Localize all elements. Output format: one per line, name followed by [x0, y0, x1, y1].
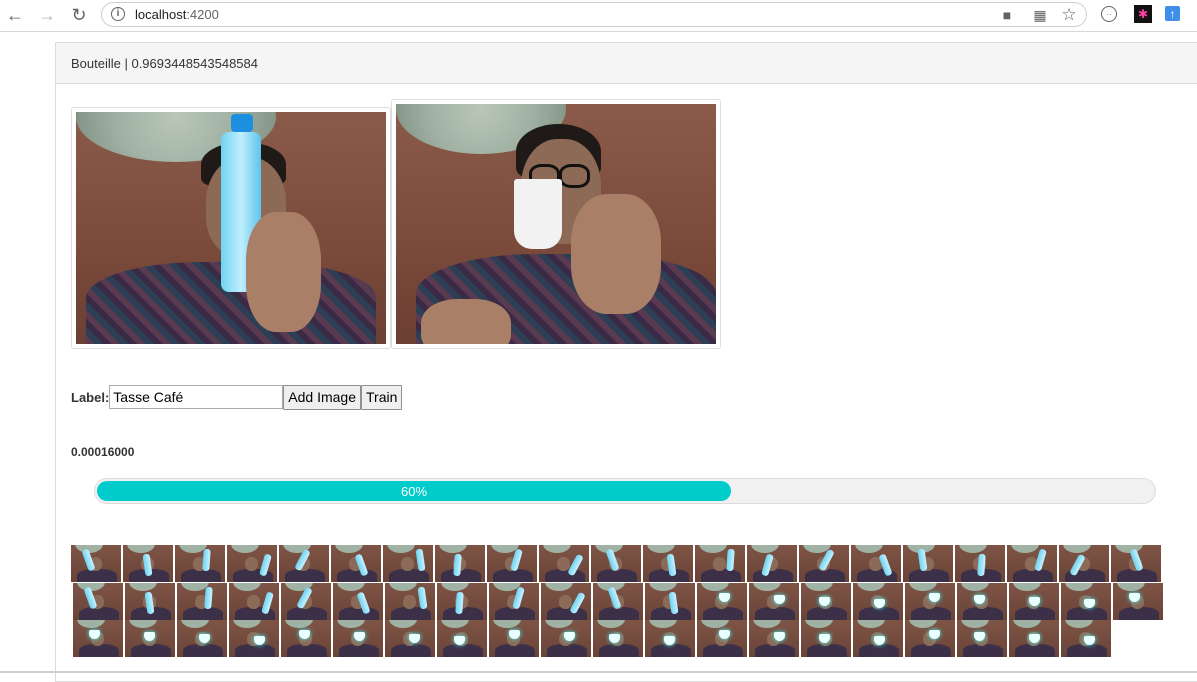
thumbnail [695, 545, 745, 582]
thumbnail [73, 620, 123, 657]
thumbnail [175, 545, 225, 582]
url-text: localhost:4200 [135, 7, 219, 22]
thumbnail [177, 583, 227, 620]
info-icon[interactable]: i [111, 7, 125, 21]
thumbnail [437, 583, 487, 620]
thumbnail [281, 620, 331, 657]
thumbnail [593, 620, 643, 657]
thumbnail [123, 545, 173, 582]
thumbnail [851, 545, 901, 582]
thumbnail [643, 545, 693, 582]
add-image-button[interactable]: Add Image [283, 384, 362, 410]
thumbnail [1009, 620, 1059, 657]
thumbnail [1009, 583, 1059, 620]
thumbnail [229, 620, 279, 657]
thumbnail [1061, 620, 1111, 657]
thumbnail [697, 620, 747, 657]
thumbnail [1059, 545, 1109, 582]
thumbnail [645, 620, 695, 657]
thumbnail [591, 545, 641, 582]
thumbnail [1113, 583, 1163, 620]
label-form: Label: Add Image Train [71, 384, 403, 410]
thumbnail [853, 620, 903, 657]
thumbnail [1061, 583, 1111, 620]
thumbnail [229, 583, 279, 620]
thumbnail [71, 545, 121, 582]
thumbnail [331, 545, 381, 582]
thumbnail [799, 545, 849, 582]
thumbnail [383, 545, 433, 582]
thumbnail [435, 545, 485, 582]
thumbnail [541, 620, 591, 657]
loss-value: 0.00016000 [71, 445, 135, 459]
thumbnail [333, 620, 383, 657]
extension-color-icon[interactable]: ✱ [1134, 5, 1152, 23]
thumbnail [903, 545, 953, 582]
thumbnail [957, 583, 1007, 620]
thumbnail [645, 583, 695, 620]
reload-icon[interactable]: ↻ [67, 4, 91, 26]
thumbnail [749, 583, 799, 620]
thumbnail [747, 545, 797, 582]
thumbnail [593, 583, 643, 620]
thumbnail [487, 545, 537, 582]
back-icon[interactable]: ← [3, 4, 27, 26]
browser-toolbar: ← → ↻ i localhost:4200 ■ ▦ ☆ ·· ✱ ↑ [0, 0, 1197, 32]
thumbnail [73, 583, 123, 620]
star-icon[interactable]: ☆ [1060, 5, 1078, 24]
thumbnail [853, 583, 903, 620]
thumbnail [801, 583, 851, 620]
thumbnail [957, 620, 1007, 657]
thumbnail [227, 545, 277, 582]
thumbnail [905, 620, 955, 657]
thumbnail [125, 583, 175, 620]
thumbnail [749, 620, 799, 657]
forward-icon[interactable]: → [35, 4, 59, 26]
thumbnail [1007, 545, 1057, 582]
thumbnail [385, 583, 435, 620]
thumbnail [955, 545, 1005, 582]
prediction-heading: Bouteille | 0.9693448543548584 [56, 43, 1197, 84]
thumbnail [697, 583, 747, 620]
extension-icon[interactable]: ·· [1101, 6, 1117, 22]
thumbnail [539, 545, 589, 582]
thumbnail [541, 583, 591, 620]
training-progress-bar: 60% [97, 481, 731, 501]
thumbnail [333, 583, 383, 620]
train-button[interactable]: Train [361, 384, 403, 410]
thumbnail [279, 545, 329, 582]
label-input[interactable] [109, 385, 284, 409]
thumbnail [281, 583, 331, 620]
translate-icon[interactable]: ▦ [1031, 6, 1049, 24]
training-progress: 60% [94, 478, 1156, 504]
thumbnail [125, 620, 175, 657]
webcam-image-bottle [71, 107, 391, 349]
label-caption: Label: [71, 389, 110, 405]
thumbnail [437, 620, 487, 657]
address-bar[interactable]: i localhost:4200 ■ ▦ ☆ [101, 2, 1087, 27]
thumbnail [385, 620, 435, 657]
extension-upload-icon[interactable]: ↑ [1165, 6, 1180, 21]
thumbnail [489, 620, 539, 657]
thumbnail [489, 583, 539, 620]
thumbnail [1111, 545, 1161, 582]
camera-icon[interactable]: ■ [998, 6, 1016, 24]
progress-label: 60% [400, 483, 428, 499]
thumbnail [905, 583, 955, 620]
webcam-image-cup [391, 99, 721, 349]
thumbnail [177, 620, 227, 657]
thumbnail [801, 620, 851, 657]
